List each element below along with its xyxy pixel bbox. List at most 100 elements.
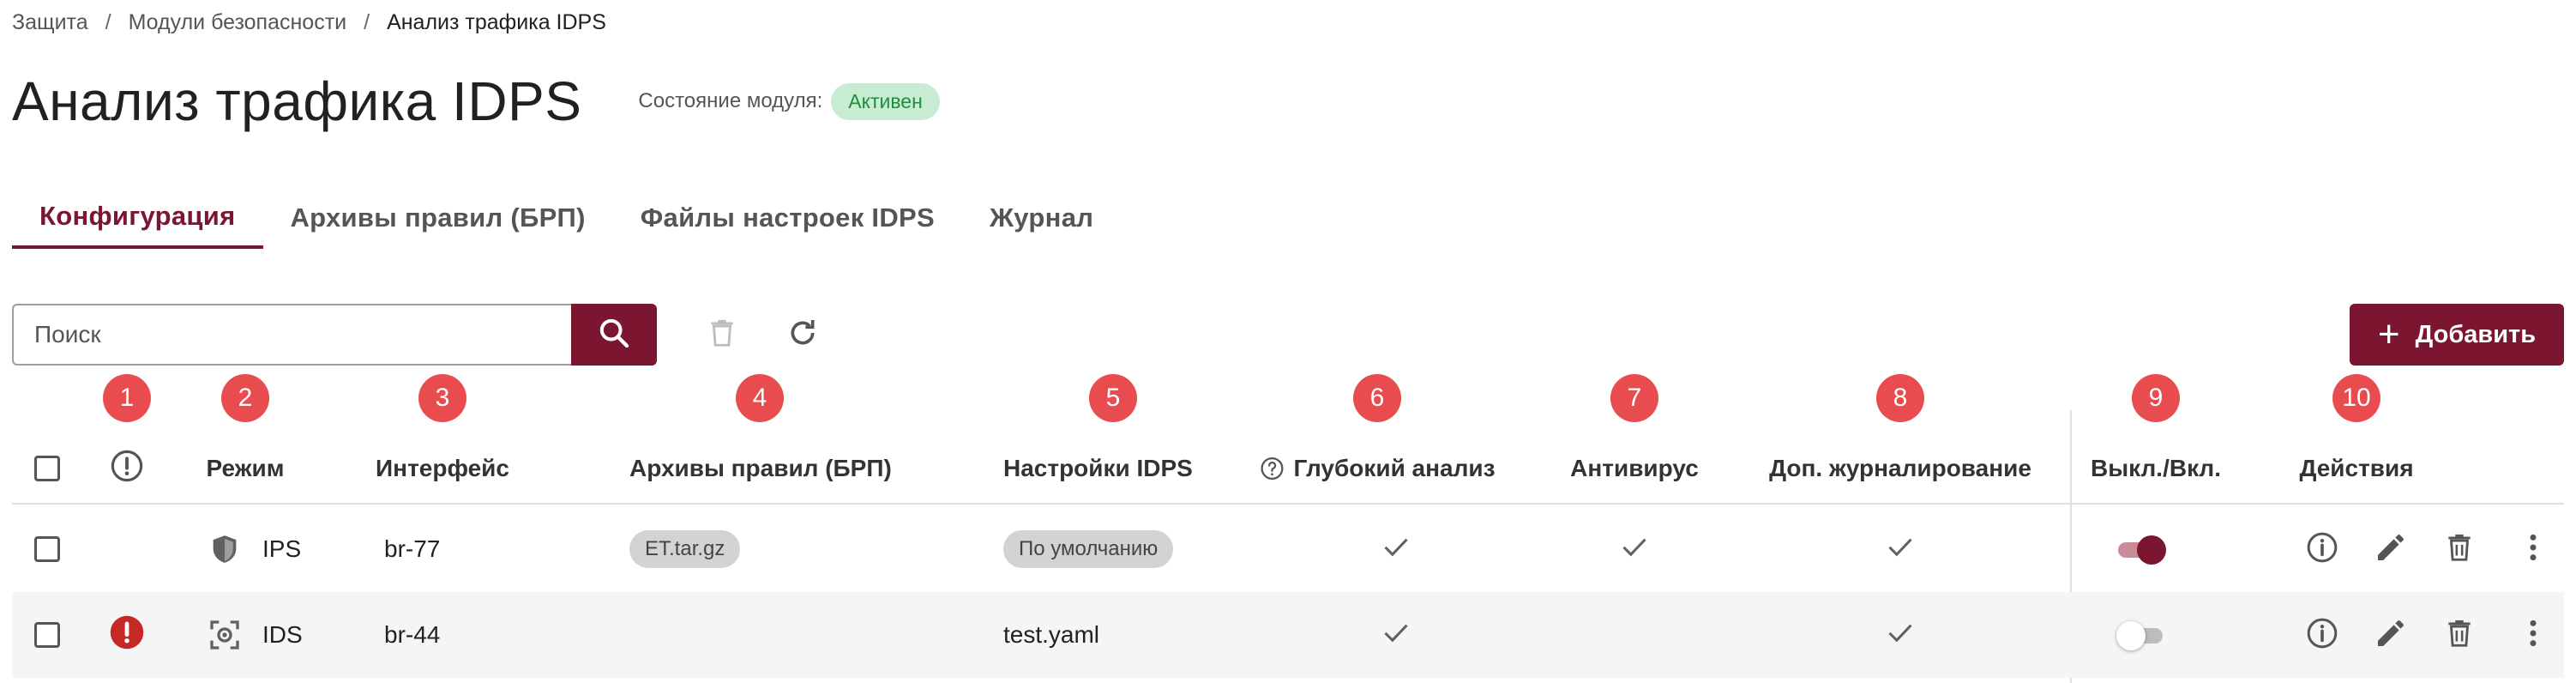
trash-icon xyxy=(2443,616,2476,655)
delete-button[interactable] xyxy=(2441,616,2478,654)
select-all-checkbox[interactable] xyxy=(34,456,60,481)
breadcrumb-separator: / xyxy=(364,9,370,34)
info-button[interactable] xyxy=(2303,616,2341,654)
idps-settings-value: test.yaml xyxy=(1003,621,1100,648)
mode-value: IPS xyxy=(262,535,302,562)
info-icon xyxy=(2305,616,2339,655)
header-select-all xyxy=(34,432,60,505)
check-icon xyxy=(1617,529,1652,570)
header-interface[interactable]: Интерфейс xyxy=(376,432,509,505)
alert-filled-icon xyxy=(108,613,146,657)
edit-button[interactable] xyxy=(2372,616,2410,654)
column-marker: 5 xyxy=(1089,374,1137,422)
header-idps-settings[interactable]: Настройки IDPS xyxy=(1003,432,1193,505)
header-extra-logging[interactable]: Доп. журналирование xyxy=(1769,432,2031,505)
idps-settings-chip: По умолчанию xyxy=(1003,530,1174,568)
idps-settings-cell: По умолчанию xyxy=(1003,506,1174,592)
breadcrumb: Защита / Модули безопасности / Анализ тр… xyxy=(12,9,606,36)
page-title: Анализ трафика IDPS xyxy=(12,70,582,132)
tabs: Конфигурация Архивы правил (БРП) Файлы н… xyxy=(12,187,1121,249)
check-icon xyxy=(1379,615,1413,656)
add-button[interactable]: + Добавить xyxy=(2350,304,2564,366)
enabled-toggle[interactable] xyxy=(2116,532,2166,566)
header-deep-analysis-label: Глубокий анализ xyxy=(1293,455,1496,481)
column-marker: 3 xyxy=(418,374,466,422)
interface-value: br-44 xyxy=(384,621,441,648)
search-button[interactable] xyxy=(571,304,657,366)
header-alert xyxy=(109,432,145,505)
column-marker: 8 xyxy=(1876,374,1924,422)
column-marker: 9 xyxy=(2132,374,2180,422)
header-rule-archives[interactable]: Архивы правил (БРП) xyxy=(629,432,892,505)
delete-selected-button[interactable] xyxy=(703,316,741,354)
column-marker: 4 xyxy=(736,374,784,422)
alert-cell xyxy=(108,592,146,678)
header-enabled[interactable]: Выкл./Вкл. xyxy=(2091,432,2221,505)
tab-rule-archives[interactable]: Архивы правил (БРП) xyxy=(263,187,613,249)
edit-button[interactable] xyxy=(2372,530,2410,568)
header-deep-analysis[interactable]: Глубокий анализ xyxy=(1259,432,1496,505)
tab-journal[interactable]: Журнал xyxy=(962,187,1121,249)
rule-archive-chip: ET.tar.gz xyxy=(629,530,741,568)
shield-icon xyxy=(206,530,244,568)
deep-analysis-cell xyxy=(1379,506,1413,592)
pencil-icon xyxy=(2374,530,2408,569)
tab-idps-settings-files[interactable]: Файлы настроек IDPS xyxy=(613,187,962,249)
row-select-cell xyxy=(34,506,60,592)
mode-cell: IDS xyxy=(206,592,303,678)
info-icon xyxy=(2305,530,2339,569)
info-button[interactable] xyxy=(2303,530,2341,568)
delete-button[interactable] xyxy=(2441,530,2478,568)
enabled-cell xyxy=(2116,592,2164,678)
breadcrumb-item-current: Анализ трафика IDPS xyxy=(387,9,606,34)
antivirus-cell xyxy=(1617,506,1652,592)
column-marker: 7 xyxy=(1610,374,1658,422)
header-antivirus[interactable]: Антивирус xyxy=(1570,432,1699,505)
header-mode[interactable]: Режим xyxy=(207,432,285,505)
enabled-cell xyxy=(2116,506,2166,592)
column-marker: 2 xyxy=(221,374,269,422)
extra-logging-cell xyxy=(1883,506,1917,592)
tab-configuration[interactable]: Конфигурация xyxy=(12,187,263,249)
row-select-cell xyxy=(34,592,60,678)
column-marker: 1 xyxy=(103,374,151,422)
row-checkbox[interactable] xyxy=(34,622,60,648)
toggle-knob xyxy=(2116,621,2146,650)
check-icon xyxy=(1883,615,1917,656)
more-vertical-icon xyxy=(2525,616,2542,655)
breadcrumb-separator: / xyxy=(105,9,111,34)
search-input[interactable] xyxy=(12,304,571,366)
help-icon[interactable] xyxy=(1259,456,1285,481)
column-marker: 6 xyxy=(1353,374,1401,422)
mode-cell: IPS xyxy=(206,506,301,592)
add-button-label: Добавить xyxy=(2415,320,2537,348)
search-icon xyxy=(597,316,631,354)
more-button[interactable] xyxy=(2514,616,2552,654)
toggle-knob xyxy=(2137,535,2166,565)
trash-icon xyxy=(706,316,738,354)
refresh-icon xyxy=(785,316,820,354)
module-status-label: Состояние модуля: xyxy=(638,89,823,112)
table-row: IPS br-77 ET.tar.gz По умолчанию xyxy=(12,506,2564,592)
scan-eye-icon xyxy=(206,616,244,654)
more-vertical-icon xyxy=(2525,530,2542,569)
status-badge: Активен xyxy=(831,82,940,120)
breadcrumb-item-security-modules[interactable]: Модули безопасности xyxy=(129,10,347,35)
mode-value: IDS xyxy=(262,621,303,648)
breadcrumb-item-security[interactable]: Защита xyxy=(12,10,88,35)
plus-icon: + xyxy=(2377,313,2400,355)
check-icon xyxy=(1883,529,1917,570)
column-marker: 10 xyxy=(2332,374,2380,422)
pencil-icon xyxy=(2374,616,2408,655)
enabled-toggle[interactable] xyxy=(2116,618,2164,652)
check-icon xyxy=(1379,529,1413,570)
table-row: IDS br-44 test.yaml xyxy=(12,592,2564,678)
row-checkbox[interactable] xyxy=(34,536,60,562)
header-actions: Действия xyxy=(2299,455,2414,481)
refresh-button[interactable] xyxy=(784,316,822,354)
title-row: Анализ трафика IDPS Состояние модуля: Ак… xyxy=(12,67,940,136)
more-button[interactable] xyxy=(2514,530,2552,568)
search-group xyxy=(12,304,657,366)
extra-logging-cell xyxy=(1883,592,1917,678)
deep-analysis-cell xyxy=(1379,592,1413,678)
